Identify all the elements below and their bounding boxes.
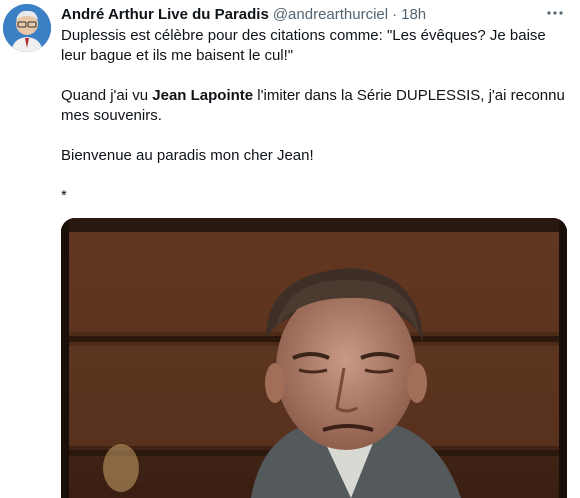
avatar[interactable]	[3, 4, 51, 52]
mentioned-name: Jean Lapointe	[152, 87, 254, 104]
tweet-text-span: Quand j'ai vu	[61, 87, 153, 104]
tweet-paragraph-3: Bienvenue au paradis mon cher Jean!	[61, 147, 314, 164]
tweet-paragraph-2: Quand j'ai vu Jean Lapointe l'imiter dan…	[61, 86, 566, 126]
video-frame	[61, 218, 567, 498]
tweet[interactable]: André Arthur Live du Paradis @andrearthu…	[0, 0, 580, 498]
tweet-paragraph-4: *	[61, 187, 67, 204]
more-options-button[interactable]	[544, 2, 566, 24]
tweet-timestamp[interactable]: 18h	[401, 6, 426, 23]
author-name[interactable]: André Arthur Live du Paradis	[61, 6, 269, 23]
separator-dot: ·	[392, 5, 398, 23]
tweet-text: Duplessis est célèbre pour des citations…	[61, 26, 566, 206]
author-handle[interactable]: @andrearthurciel	[273, 6, 388, 23]
profile-photo-icon	[3, 4, 51, 52]
tweet-header: André Arthur Live du Paradis @andrearthu…	[61, 4, 566, 24]
more-horizontal-icon	[547, 11, 563, 15]
tweet-paragraph-1: Duplessis est célèbre pour des citations…	[61, 27, 546, 64]
video-media[interactable]	[61, 218, 567, 498]
